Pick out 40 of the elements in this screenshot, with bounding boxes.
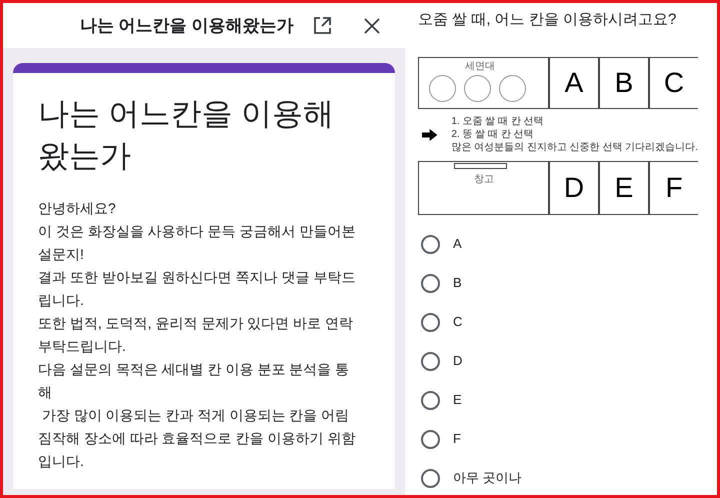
arrow-right-icon [422,128,438,142]
option-label: B [453,274,462,292]
option-label: C [453,313,462,332]
description-text: 가장 많이 이용되는 칸과 적게 이용되는 칸을 어림짐작해 장소에 따라 효율적으로 칸을 이용하기 위함입니다. [38,406,356,471]
option-label: E [453,391,462,410]
diagram-note: 1. 오줌 쌀 때 칸 선택 [451,115,545,128]
description-text: 이 것은 화장실을 사용하다 문득 궁금해서 만들어본 설문지! [38,222,356,264]
option-label: 아무 곳이나 [453,469,522,488]
radio-button[interactable] [421,390,440,410]
stall-letter: B [598,58,648,108]
stall-letter: A [548,58,598,108]
sink-icon [464,74,491,102]
stall-letter: E [598,162,648,214]
radio-button[interactable] [421,352,440,370]
close-icon[interactable] [364,18,380,34]
description-text: 결과 또한 받아보길 원하신다면 쪽지나 댓글 부탁드립니다. [38,268,356,310]
radio-button[interactable] [421,312,440,332]
description-text: 또한 법적, 도덕적, 윤리적 문제가 있다면 바로 연락 부탁드립니다. [38,314,354,356]
form-title: 나는 어느칸을 이용해 왔는가 [38,95,336,175]
radio-button[interactable] [421,430,440,448]
option-label: D [453,352,462,370]
window-title: 나는 어느칸을 이용해왔는가 [80,14,294,37]
radio-button[interactable] [421,468,440,488]
radio-button[interactable] [421,234,440,254]
stall-letter: D [548,162,598,214]
diagram-label: 세면대 [465,60,495,74]
option-label: F [453,430,461,448]
sink-icon [499,74,526,102]
stall-letter: F [648,162,698,214]
diagram-note: 2. 똥 쌀 때 칸 선택 [451,128,535,141]
diagram-note: 많은 여성분들의 진지하고 신중한 선택 기다리겠습니다. [451,141,698,154]
question-title: 오줌 쌀 때, 어느 칸을 이용하시려고요? [418,10,678,30]
open-external-icon[interactable] [312,16,332,36]
diagram-label: 창고 [474,172,494,186]
description-text: 다음 설문의 목적은 세대별 칸 이용 분포 분석을 통해 [38,360,350,402]
description-text: 안녕하세요? [38,199,117,218]
sink-icon [429,74,456,102]
option-label: A [453,235,462,254]
radio-button[interactable] [421,274,440,292]
stall-letter: C [648,58,698,108]
